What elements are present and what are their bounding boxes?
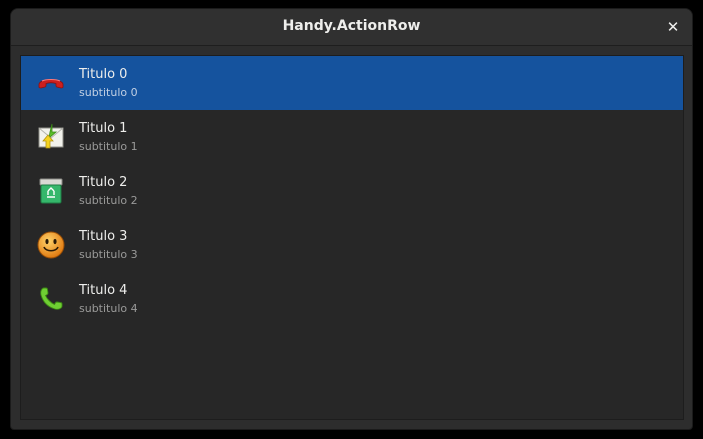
row-title: Titulo 3 bbox=[79, 229, 128, 244]
call-start-icon bbox=[35, 283, 67, 315]
face-smile-icon bbox=[35, 229, 67, 261]
action-row-3[interactable]: Titulo 3 subtitulo 3 bbox=[21, 218, 683, 272]
window-title: Handy.ActionRow bbox=[282, 18, 421, 34]
row-subtitle: subtitulo 3 bbox=[79, 248, 138, 261]
mail-send-receive-icon bbox=[35, 121, 67, 153]
action-row-2[interactable]: Titulo 2 subtitulo 2 bbox=[21, 164, 683, 218]
app-window: Handy.ActionRow ✕ Titulo 0 subtitulo 0 T… bbox=[10, 8, 693, 430]
row-subtitle: subtitulo 0 bbox=[79, 86, 138, 99]
row-subtitle: subtitulo 1 bbox=[79, 140, 138, 153]
close-icon: ✕ bbox=[666, 18, 680, 36]
action-row-4[interactable]: Titulo 4 subtitulo 4 bbox=[21, 272, 683, 326]
close-button[interactable]: ✕ bbox=[662, 16, 684, 38]
call-stop-icon bbox=[35, 67, 67, 99]
row-subtitle: subtitulo 4 bbox=[79, 302, 138, 315]
row-title: Titulo 1 bbox=[79, 121, 128, 136]
header-bar: Handy.ActionRow ✕ bbox=[11, 9, 692, 46]
row-title: Titulo 0 bbox=[79, 67, 128, 82]
row-subtitle: subtitulo 2 bbox=[79, 194, 138, 207]
action-row-1[interactable]: Titulo 1 subtitulo 1 bbox=[21, 110, 683, 164]
action-row-0[interactable]: Titulo 0 subtitulo 0 bbox=[21, 56, 683, 110]
row-title: Titulo 2 bbox=[79, 175, 128, 190]
user-trash-icon bbox=[35, 175, 67, 207]
action-row-list: Titulo 0 subtitulo 0 Titulo 1 subtitulo … bbox=[20, 55, 684, 420]
row-title: Titulo 4 bbox=[79, 283, 128, 298]
